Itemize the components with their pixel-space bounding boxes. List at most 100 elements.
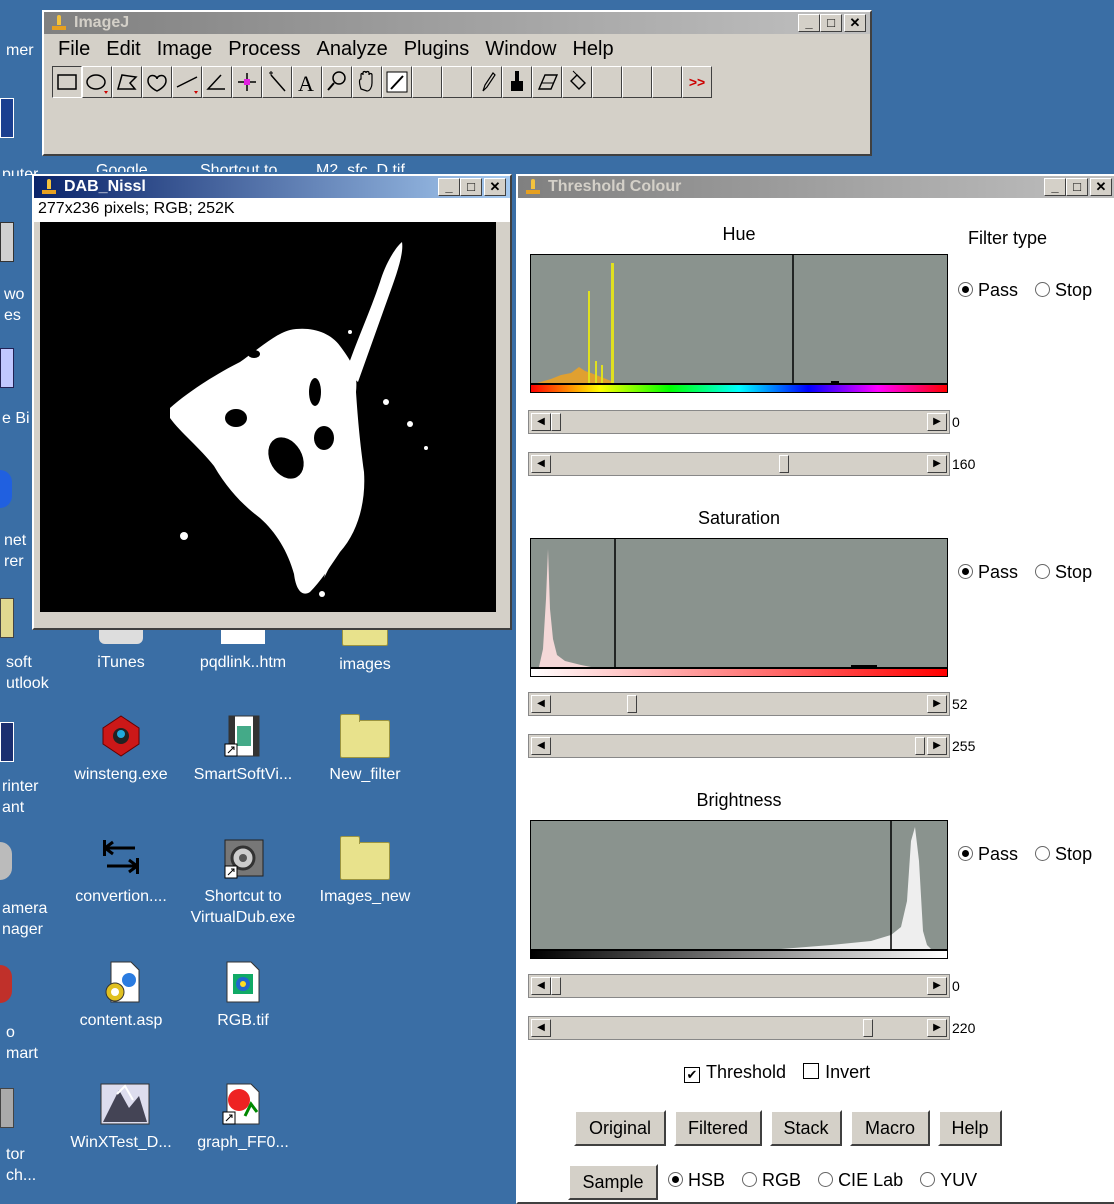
minimize-button[interactable]: _	[438, 178, 460, 196]
menu-edit[interactable]: Edit	[98, 38, 148, 61]
maximize-button[interactable]: □	[1066, 178, 1088, 196]
point-tool-icon[interactable]	[232, 66, 262, 98]
desktop-icon-convertion[interactable]: convertion....	[66, 836, 176, 907]
desktop-icon-pqdlink[interactable]: pqdlink..htm	[188, 628, 298, 673]
eraser-tool-icon[interactable]	[532, 66, 562, 98]
slider-left-arrow[interactable]: ◀	[531, 455, 551, 473]
brush-tool-icon[interactable]	[502, 66, 532, 98]
brightness-pass-radio[interactable]: Pass	[958, 844, 1018, 864]
color-picker-tool-icon[interactable]	[382, 66, 412, 98]
text-tool-icon[interactable]: A	[292, 66, 322, 98]
hsb-radio[interactable]: HSB	[668, 1170, 725, 1190]
close-button[interactable]: ✕	[484, 178, 506, 196]
stack-button[interactable]: Stack	[770, 1110, 842, 1146]
original-button[interactable]: Original	[574, 1110, 666, 1146]
desktop-icon-content-asp[interactable]: content.asp	[66, 960, 176, 1031]
polygon-tool-icon[interactable]	[112, 66, 142, 98]
hue-pass-radio[interactable]: Pass	[958, 280, 1018, 300]
brightness-stop-radio[interactable]: Stop	[1035, 844, 1092, 864]
minimize-button[interactable]: _	[1044, 178, 1066, 196]
pencil-tool-icon[interactable]	[472, 66, 502, 98]
edge-icon-6[interactable]	[0, 722, 14, 762]
desktop-icon-images[interactable]: images	[310, 622, 420, 675]
edge-icon-9[interactable]	[0, 1088, 14, 1128]
saturation-max-slider[interactable]: ◀ ▶	[528, 734, 950, 758]
line-tool-icon[interactable]	[172, 66, 202, 98]
image-canvas[interactable]	[40, 222, 496, 612]
sample-button[interactable]: Sample	[568, 1164, 658, 1200]
slider-right-arrow[interactable]: ▶	[927, 695, 947, 713]
edge-icon-4[interactable]	[0, 470, 12, 508]
threshold-titlebar[interactable]: Threshold Colour _ □ ✕	[518, 176, 1114, 198]
invert-checkbox[interactable]: Invert	[803, 1062, 870, 1082]
brightness-max-thumb[interactable]	[863, 1019, 873, 1037]
cielab-radio[interactable]: CIE Lab	[818, 1170, 903, 1190]
wand-tool-icon[interactable]	[262, 66, 292, 98]
more-tools-button[interactable]: >>	[682, 66, 712, 98]
slider-right-arrow[interactable]: ▶	[927, 737, 947, 755]
saturation-pass-radio[interactable]: Pass	[958, 562, 1018, 582]
saturation-max-thumb[interactable]	[915, 737, 925, 755]
rgb-radio[interactable]: RGB	[742, 1170, 801, 1190]
slider-left-arrow[interactable]: ◀	[531, 413, 551, 431]
magnifier-tool-icon[interactable]	[322, 66, 352, 98]
slider-left-arrow[interactable]: ◀	[531, 977, 551, 995]
edge-icon-2[interactable]	[0, 222, 14, 262]
slider-left-arrow[interactable]: ◀	[531, 737, 551, 755]
brightness-min-slider[interactable]: ◀ ▶	[528, 974, 950, 998]
menu-image[interactable]: Image	[149, 38, 221, 61]
threshold-checkbox[interactable]: ✔ Threshold	[684, 1062, 786, 1083]
desktop-icon-rgb-tif[interactable]: RGB.tif	[188, 960, 298, 1031]
close-button[interactable]: ✕	[1090, 178, 1112, 196]
brightness-min-thumb[interactable]	[551, 977, 561, 995]
desktop-icon-graph[interactable]: graph_FF0...	[188, 1082, 298, 1153]
rectangle-tool-icon[interactable]	[52, 66, 82, 98]
filtered-button[interactable]: Filtered	[674, 1110, 762, 1146]
image-window-titlebar[interactable]: DAB_Nissl _ □ ✕	[34, 176, 510, 198]
edge-icon-5[interactable]	[0, 598, 14, 638]
desktop-icon-itunes[interactable]: iTunes	[66, 628, 176, 673]
brightness-max-slider[interactable]: ◀ ▶	[528, 1016, 950, 1040]
desktop-icon-winsteng[interactable]: winsteng.exe	[66, 714, 176, 785]
hue-min-thumb[interactable]	[551, 413, 561, 431]
slider-left-arrow[interactable]: ◀	[531, 1019, 551, 1037]
menu-help[interactable]: Help	[564, 38, 621, 61]
saturation-min-thumb[interactable]	[627, 695, 637, 713]
oval-tool-icon[interactable]	[82, 66, 112, 98]
slider-right-arrow[interactable]: ▶	[927, 1019, 947, 1037]
menu-analyze[interactable]: Analyze	[309, 38, 396, 61]
hand-tool-icon[interactable]	[352, 66, 382, 98]
help-button[interactable]: Help	[938, 1110, 1002, 1146]
edge-icon-3[interactable]	[0, 348, 14, 388]
slider-right-arrow[interactable]: ▶	[927, 455, 947, 473]
hue-stop-radio[interactable]: Stop	[1035, 280, 1092, 300]
saturation-min-slider[interactable]: ◀ ▶	[528, 692, 950, 716]
minimize-button[interactable]: _	[798, 14, 820, 32]
saturation-stop-radio[interactable]: Stop	[1035, 562, 1092, 582]
flood-fill-tool-icon[interactable]	[562, 66, 592, 98]
angle-tool-icon[interactable]	[202, 66, 232, 98]
hue-max-thumb[interactable]	[779, 455, 789, 473]
maximize-button[interactable]: □	[460, 178, 482, 196]
slider-right-arrow[interactable]: ▶	[927, 413, 947, 431]
desktop-icon-virtualdub[interactable]: Shortcut to VirtualDub.exe	[188, 836, 298, 928]
menu-process[interactable]: Process	[220, 38, 308, 61]
menu-plugins[interactable]: Plugins	[396, 38, 478, 61]
edge-icon-8[interactable]	[0, 965, 12, 1003]
macro-button[interactable]: Macro	[850, 1110, 930, 1146]
menu-window[interactable]: Window	[477, 38, 564, 61]
desktop-icon-winxtest[interactable]: WinXTest_D...	[66, 1082, 176, 1153]
hue-max-slider[interactable]: ◀ ▶	[528, 452, 950, 476]
menu-file[interactable]: File	[50, 38, 98, 61]
desktop-icon-images-new[interactable]: Images_new	[310, 836, 420, 907]
slider-right-arrow[interactable]: ▶	[927, 977, 947, 995]
edge-icon-1[interactable]	[0, 98, 14, 138]
edge-icon-7[interactable]	[0, 842, 12, 880]
maximize-button[interactable]: □	[820, 14, 842, 32]
imagej-titlebar[interactable]: ImageJ _ □ ✕	[44, 12, 870, 34]
freehand-tool-icon[interactable]	[142, 66, 172, 98]
hue-min-slider[interactable]: ◀ ▶	[528, 410, 950, 434]
yuv-radio[interactable]: YUV	[920, 1170, 977, 1190]
desktop-icon-new-filter[interactable]: New_filter	[310, 714, 420, 785]
close-button[interactable]: ✕	[844, 14, 866, 32]
